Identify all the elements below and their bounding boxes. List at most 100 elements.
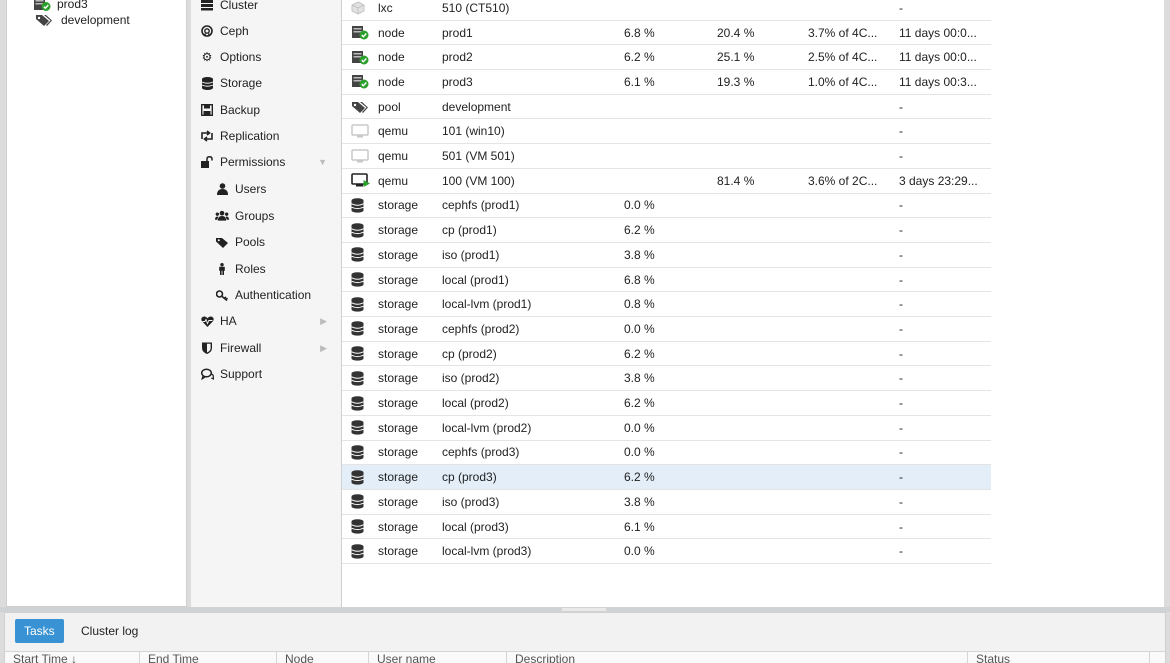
menu-item-label: Ceph xyxy=(220,24,249,38)
cell-type: storage xyxy=(378,371,419,386)
menu-item-replication[interactable]: Replication xyxy=(191,123,341,149)
table-row[interactable]: lxc 510 (CT510) - xyxy=(342,0,991,21)
table-row[interactable]: storage iso (prod1) 3.8 % - xyxy=(342,243,991,268)
table-row[interactable]: storage cp (prod1) 6.2 % - xyxy=(342,218,991,243)
table-row[interactable]: storage local (prod2) 6.2 % - xyxy=(342,391,991,416)
menu-item-label: Cluster xyxy=(220,0,259,12)
table-row[interactable]: storage local-lvm (prod3) 0.0 % - xyxy=(342,539,991,565)
menu-item-storage[interactable]: Storage xyxy=(191,70,341,96)
column-header-start-time[interactable]: Start Time ↓ xyxy=(5,652,140,663)
table-row[interactable]: storage cp (prod2) 6.2 % - xyxy=(342,342,991,367)
column-header-node[interactable]: Node xyxy=(277,652,369,663)
table-row[interactable]: storage cephfs (prod1) 0.0 % - xyxy=(342,194,991,219)
user-icon xyxy=(215,183,229,195)
cell-description: iso (prod3) xyxy=(442,494,500,509)
menu-item-ceph[interactable]: Ceph xyxy=(191,18,341,44)
cell-cpu-usage: 1.0% of 4C... xyxy=(808,74,878,89)
cell-type: storage xyxy=(378,396,419,411)
cell-type: node xyxy=(378,25,405,40)
table-row[interactable]: qemu 101 (win10) - xyxy=(342,120,991,145)
menu-item-groups[interactable]: Groups xyxy=(191,203,341,229)
storage-icon xyxy=(351,519,371,534)
storage-icon xyxy=(351,543,371,559)
table-row[interactable]: storage local-lvm (prod1) 0.8 % - xyxy=(342,292,991,318)
cell-description: local-lvm (prod3) xyxy=(442,544,532,559)
table-row[interactable]: storage cp (prod3) 6.2 % - xyxy=(342,465,991,490)
chevron-right-icon[interactable]: ▶ xyxy=(320,316,327,327)
cell-cpu-usage: 3.6% of 2C... xyxy=(808,173,878,188)
cell-description: cephfs (prod2) xyxy=(442,321,520,336)
column-header-end-time[interactable]: End Time xyxy=(140,652,277,663)
storage-icon xyxy=(351,420,371,435)
table-row[interactable]: storage cephfs (prod2) 0.0 % - xyxy=(342,317,991,342)
menu-item-pools[interactable]: Pools xyxy=(191,229,341,255)
cell-memory-usage: 19.3 % xyxy=(717,74,755,89)
menu-item-label: Pools xyxy=(235,235,266,249)
cell-disk-usage: 0.0 % xyxy=(624,198,655,213)
menu-item-roles[interactable]: Roles xyxy=(191,256,341,282)
menu-item-support[interactable]: Support xyxy=(191,361,341,387)
cell-uptime: - xyxy=(899,124,903,139)
table-row[interactable]: node prod2 6.2 % 25.1 % 2.5% of 4C... 11 days… xyxy=(342,45,991,71)
cell-type: storage xyxy=(378,321,419,336)
table-row[interactable]: storage local (prod3) 6.1 % - xyxy=(342,515,991,540)
key-icon xyxy=(215,289,229,301)
cell-type: pool xyxy=(378,99,401,114)
menu-item-label: Storage xyxy=(220,76,263,90)
menu-item-firewall[interactable]: Firewall ▶ xyxy=(191,335,341,361)
menu-item-authentication[interactable]: Authentication xyxy=(191,282,341,308)
cell-uptime: - xyxy=(899,247,903,262)
column-header-status[interactable]: Status xyxy=(968,652,1150,663)
table-row[interactable]: node prod3 6.1 % 19.3 % 1.0% of 4C... 11 days… xyxy=(342,70,991,95)
cell-disk-usage: 3.8 % xyxy=(624,247,655,262)
cell-description: local (prod2) xyxy=(442,396,509,411)
column-header-user-name[interactable]: User name xyxy=(369,652,507,663)
vm-stopped-icon xyxy=(351,124,371,138)
shield-icon xyxy=(200,342,214,354)
cell-uptime: - xyxy=(899,396,903,411)
table-row[interactable]: storage local-lvm (prod2) 0.0 % - xyxy=(342,416,991,441)
menu-item-ha[interactable]: HA ▶ xyxy=(191,308,341,334)
cell-type: node xyxy=(378,74,405,89)
menu-item-backup[interactable]: Backup xyxy=(191,97,341,123)
cell-disk-usage: 6.8 % xyxy=(624,272,655,287)
cell-uptime: - xyxy=(899,519,903,534)
table-row[interactable]: qemu 501 (VM 501) - xyxy=(342,144,991,169)
cell-uptime: 3 days 23:29... xyxy=(899,173,978,188)
menu-item-label: Backup xyxy=(220,103,261,117)
column-header-description[interactable]: Description xyxy=(507,652,968,663)
pool-tag-icon xyxy=(351,100,371,114)
cell-description: 510 (CT510) xyxy=(442,0,510,15)
table-row[interactable]: pool development - xyxy=(342,95,991,120)
storage-icon xyxy=(351,494,371,509)
table-row[interactable]: storage iso (prod2) 3.8 % - xyxy=(342,367,991,392)
menu-item-options[interactable]: ⚙ Options xyxy=(191,44,341,70)
cell-type: lxc xyxy=(378,0,393,15)
storage-icon xyxy=(351,321,371,337)
cell-type: storage xyxy=(378,544,419,559)
menu-item-permissions[interactable]: Permissions ▼ xyxy=(191,149,341,175)
cell-disk-usage: 6.1 % xyxy=(624,519,655,534)
chevron-right-icon[interactable]: ▶ xyxy=(320,343,327,354)
cell-description: prod2 xyxy=(442,50,473,65)
table-row[interactable]: storage iso (prod3) 3.8 % - xyxy=(342,490,991,515)
table-row[interactable]: storage local (prod1) 6.8 % - xyxy=(342,268,991,293)
cell-description: 101 (win10) xyxy=(442,124,505,139)
tab-cluster-log[interactable]: Cluster log xyxy=(72,619,147,643)
cell-disk-usage: 3.8 % xyxy=(624,494,655,509)
menu-item-users[interactable]: Users xyxy=(191,176,341,202)
users-icon xyxy=(215,210,229,222)
table-row[interactable]: storage cephfs (prod3) 0.0 % - xyxy=(342,441,991,466)
cell-type: qemu xyxy=(378,124,409,139)
storage-icon xyxy=(351,272,371,287)
cell-uptime: 11 days 00:0... xyxy=(899,50,977,65)
tab-tasks[interactable]: Tasks xyxy=(15,619,64,643)
table-row[interactable]: qemu 100 (VM 100) 81.4 % 3.6% of 2C... 3 day… xyxy=(342,169,991,194)
tree-item-development[interactable]: development xyxy=(35,10,186,30)
cell-description: iso (prod1) xyxy=(442,247,500,262)
chevron-down-icon[interactable]: ▼ xyxy=(318,157,327,167)
menu-item-cluster[interactable]: Cluster xyxy=(191,0,341,18)
splitter-grip[interactable] xyxy=(562,608,606,611)
resource-grid: lxc 510 (CT510) - node prod1 6.8 % 20.4 % 3.7% … xyxy=(342,0,1164,609)
table-row[interactable]: node prod1 6.8 % 20.4 % 3.7% of 4C... 11 days… xyxy=(342,21,991,46)
